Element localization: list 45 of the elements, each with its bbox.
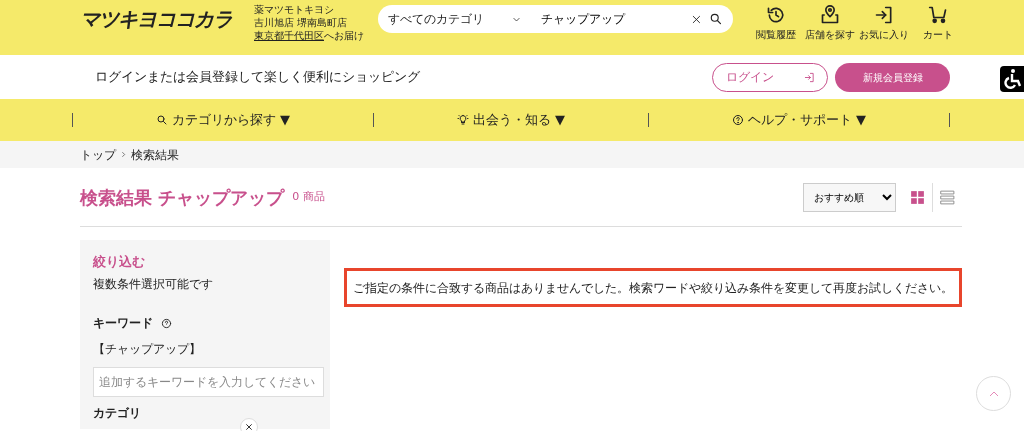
header-link[interactable]: 閲覧履歴: [749, 5, 803, 42]
help-icon: [161, 317, 172, 329]
header-link[interactable]: 店舗を探す: [803, 5, 857, 42]
sign-in-icon: [803, 71, 815, 83]
keyword-field[interactable]: 追加するキーワードを入力してください: [93, 367, 324, 397]
cart-icon: [928, 5, 948, 25]
close-icon: [690, 13, 702, 25]
keyword-tag: 【チャップアップ】: [93, 340, 324, 358]
close-icon: [245, 423, 253, 431]
light-bulb-icon: [457, 114, 469, 126]
breadcrumb-link[interactable]: トップ: [80, 145, 116, 164]
logo[interactable]: マツキヨココカラ: [80, 5, 232, 33]
search-icon: [709, 12, 723, 26]
category-select[interactable]: すべてのカテゴリ: [388, 10, 521, 28]
register-button[interactable]: 新規会員登録: [835, 62, 950, 92]
map-pin-icon: [820, 5, 840, 25]
no-results-message: ご指定の条件に合致する商品はありませんでした。検索ワードや絞り込み条件を変更して再度お試しください。: [344, 268, 962, 307]
search-field[interactable]: すべてのカテゴリ チャップアップ: [378, 5, 733, 33]
result-count: 0 商品: [292, 188, 326, 205]
accessibility-button[interactable]: [1000, 66, 1024, 92]
sign-in-icon: [874, 5, 894, 25]
help-icon: [732, 114, 744, 126]
chevron-right-icon: [120, 151, 127, 158]
header-link[interactable]: カート: [911, 5, 965, 42]
page-title: 検索結果 チャップアップ: [80, 185, 285, 210]
header-link[interactable]: お気に入り: [857, 5, 911, 42]
list-view-icon: [939, 188, 956, 206]
login-button[interactable]: ログイン: [712, 62, 828, 92]
delivery-area-link[interactable]: 東京都千代田区: [254, 30, 324, 41]
sort-select[interactable]: おすすめ順: [803, 182, 896, 212]
nav-menu-item[interactable]: カテゴリから探す ▼: [73, 110, 373, 130]
store-name: 薬マツモトキヨシ: [254, 3, 335, 16]
filter-title: 絞り込む: [93, 254, 146, 269]
history-icon: [766, 5, 786, 25]
login-prompt: ログインまたは会員登録して楽しく便利にショッピング: [95, 67, 421, 86]
delivery-label: へお届け: [324, 30, 364, 41]
filter-heading: カテゴリ: [93, 405, 141, 422]
grid-view-icon: [908, 188, 926, 206]
filter-heading: キーワード: [93, 315, 153, 332]
filter-note: 複数条件選択可能です: [93, 277, 214, 292]
nav-menu-item[interactable]: 出会う・知る ▼: [374, 110, 648, 130]
store-name: 吉川旭店 堺南島町店: [254, 16, 349, 29]
nav-menu-item[interactable]: ヘルプ・サポート ▼: [649, 110, 949, 130]
breadcrumb-current: 検索結果: [131, 146, 179, 164]
search-icon: [156, 114, 168, 126]
